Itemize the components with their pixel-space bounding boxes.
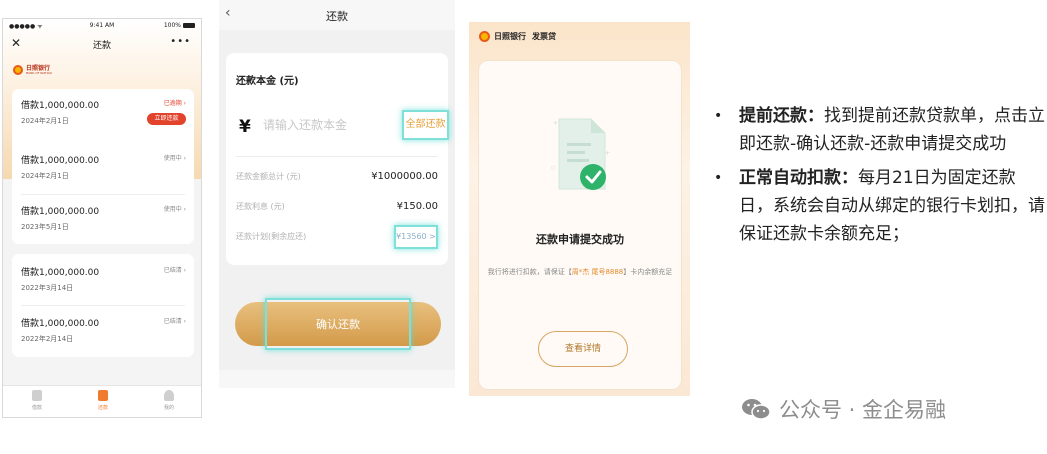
repay-now-button[interactable]: 立即还款	[147, 113, 186, 125]
loan-status[interactable]: 已逾期 ›	[164, 98, 186, 107]
row-label: 还款计划(剩余应还)	[236, 232, 307, 241]
loan-amount: 借款1,000,000.00	[21, 268, 100, 278]
loan-card-group-settled: 借款1,000,000.00 2022年3月14日 已结清 › 借款1,000,…	[12, 254, 194, 357]
loan-date: 2024年2月1日	[21, 117, 69, 125]
bank-logo: 日照银行 BANK OF RIZHAO	[13, 63, 52, 77]
loan-status[interactable]: 使用中 ›	[164, 153, 186, 162]
view-details-button[interactable]: 查看详情	[538, 331, 628, 367]
watermark-text: 公众号 · 金企易融	[779, 398, 947, 422]
more-icon[interactable]: •••	[170, 36, 191, 47]
battery-icon	[183, 23, 195, 28]
row-value: ¥1000000.00	[371, 171, 438, 182]
list-item[interactable]: 借款1,000,000.00 2024年2月1日 使用中 ›	[12, 144, 194, 192]
loan-date: 2023年5月1日	[21, 223, 69, 231]
divider	[236, 156, 438, 157]
tab-label: 还款	[97, 405, 108, 411]
bank-name: 日照银行	[494, 32, 526, 41]
loan-date: 2022年2月14日	[21, 335, 74, 343]
wechat-icon	[742, 399, 771, 420]
loan-date: 2022年3月14日	[21, 284, 74, 292]
tab-repay[interactable]: 还款	[83, 390, 123, 411]
success-message: 我行将进行扣款，请保证【周*杰 尾号8888】卡内余额充足	[487, 268, 673, 276]
watermark: 公众号 · 金企易融	[741, 394, 946, 424]
product-name: 发票贷	[532, 32, 556, 41]
loan-card-group-active: 借款1,000,000.00 2024年2月1日 使用中 › 借款1,000,0…	[12, 144, 194, 244]
success-card: + + ○ 还款申请提交成功 我行将进行扣款，请保证【周*杰 尾号8888】卡内…	[478, 60, 682, 390]
row-label: 还款金额总计 (元)	[236, 172, 301, 181]
loan-amount: 借款1,000,000.00	[21, 207, 100, 217]
svg-text:○: ○	[551, 165, 555, 171]
principal-input[interactable]	[263, 118, 393, 132]
loan-amount: 借款1,000,000.00	[21, 101, 100, 111]
total-amount-row: 还款金额总计 (元) ¥1000000.00	[236, 171, 438, 185]
borrow-icon	[32, 390, 42, 401]
repay-form-screen: ‹ 还款 还款本金 (元) ¥ 全部还款 还款金额总计 (元) ¥1000000…	[219, 0, 455, 388]
nav-bar: ✕ 还款 •••	[3, 36, 201, 52]
document-success-icon: + + ○	[551, 118, 610, 190]
row-label: 还款利息 (元)	[236, 202, 285, 211]
repay-icon	[98, 390, 108, 401]
loan-amount: 借款1,000,000.00	[21, 319, 100, 329]
tab-mine[interactable]: 我的	[149, 390, 189, 411]
repay-all-button[interactable]: 全部还款	[402, 110, 449, 140]
bank-logo-icon	[13, 65, 23, 75]
instruction-list: • 提前还款：找到提前还款贷款单，点击立即还款-确认还款-还款申请提交成功 • …	[712, 102, 1047, 248]
repay-form-card: 还款本金 (元) ¥ 全部还款 还款金额总计 (元) ¥1000000.00 还…	[226, 53, 449, 265]
tab-borrow[interactable]: 借款	[17, 390, 57, 411]
loan-status[interactable]: 使用中 ›	[164, 204, 186, 213]
confirm-label: 确认还款	[316, 318, 360, 331]
bank-logo-icon	[479, 31, 490, 42]
svg-text:+: +	[605, 150, 610, 157]
slide: ●●●●● ᯤ 9:41 AM 100% ✕ 还款 ••• 日照银行 BANK …	[0, 0, 1047, 454]
bullet: •	[714, 170, 723, 186]
battery-indicator: 100%	[164, 22, 195, 29]
bullet: •	[714, 108, 723, 124]
page-title: 还款	[326, 10, 348, 23]
row-value: ¥150.00	[396, 201, 438, 212]
list-item[interactable]: 借款1,000,000.00 2024年2月1日 已逾期 › 立即还款	[12, 89, 194, 137]
currency-symbol: ¥	[239, 117, 251, 137]
divider	[21, 305, 185, 306]
repay-success-screen: 日照银行 发票贷 + + ○ 还款申请提交成功 我行将进行扣款，请保证【周*杰 …	[469, 22, 690, 396]
svg-text:+: +	[553, 120, 558, 127]
user-icon	[164, 390, 174, 401]
header: 日照银行 发票贷	[479, 31, 556, 42]
loan-amount: 借款1,000,000.00	[21, 156, 100, 166]
loan-status[interactable]: 已结清 ›	[164, 316, 186, 325]
loan-list-screen: ●●●●● ᯤ 9:41 AM 100% ✕ 还款 ••• 日照银行 BANK …	[2, 18, 202, 418]
interest-row: 还款利息 (元) ¥150.00	[236, 201, 438, 215]
list-item[interactable]: 借款1,000,000.00 2022年3月14日 已结清 ›	[12, 256, 194, 304]
list-item[interactable]: 借款1,000,000.00 2022年2月14日 已结清 ›	[12, 307, 194, 355]
nav-bar: ‹ 还款	[219, 0, 455, 30]
tab-label: 借款	[31, 405, 42, 411]
success-title: 还款申请提交成功	[536, 233, 624, 246]
list-item[interactable]: 借款1,000,000.00 2023年5月1日 使用中 ›	[12, 195, 194, 243]
tab-label: 我的	[163, 405, 174, 411]
note-title: 提前还款：	[739, 106, 824, 126]
confirm-repay-button[interactable]: 确认还款	[235, 298, 441, 350]
bank-name-en: BANK OF RIZHAO	[26, 70, 52, 75]
card-holder-highlight: 周*杰 尾号8888	[571, 268, 624, 276]
status-bar: ●●●●● ᯤ 9:41 AM 100%	[9, 22, 195, 32]
plan-row: 还款计划(剩余应还) ¥13560 >	[236, 225, 438, 249]
loan-date: 2024年2月1日	[21, 172, 69, 180]
principal-label: 还款本金 (元)	[236, 76, 299, 87]
note-auto-debit: • 正常自动扣款：每月21日为固定还款日，系统会自动从绑定的银行卡划扣，请保证还…	[712, 164, 1047, 248]
note-title: 正常自动扣款：	[739, 168, 858, 188]
tab-bar: 借款 还款 我的	[3, 385, 201, 417]
repay-plan-button[interactable]: ¥13560 >	[394, 225, 438, 249]
note-early-repay: • 提前还款：找到提前还款贷款单，点击立即还款-确认还款-还款申请提交成功	[712, 102, 1047, 158]
loan-status[interactable]: 已结清 ›	[164, 265, 186, 274]
